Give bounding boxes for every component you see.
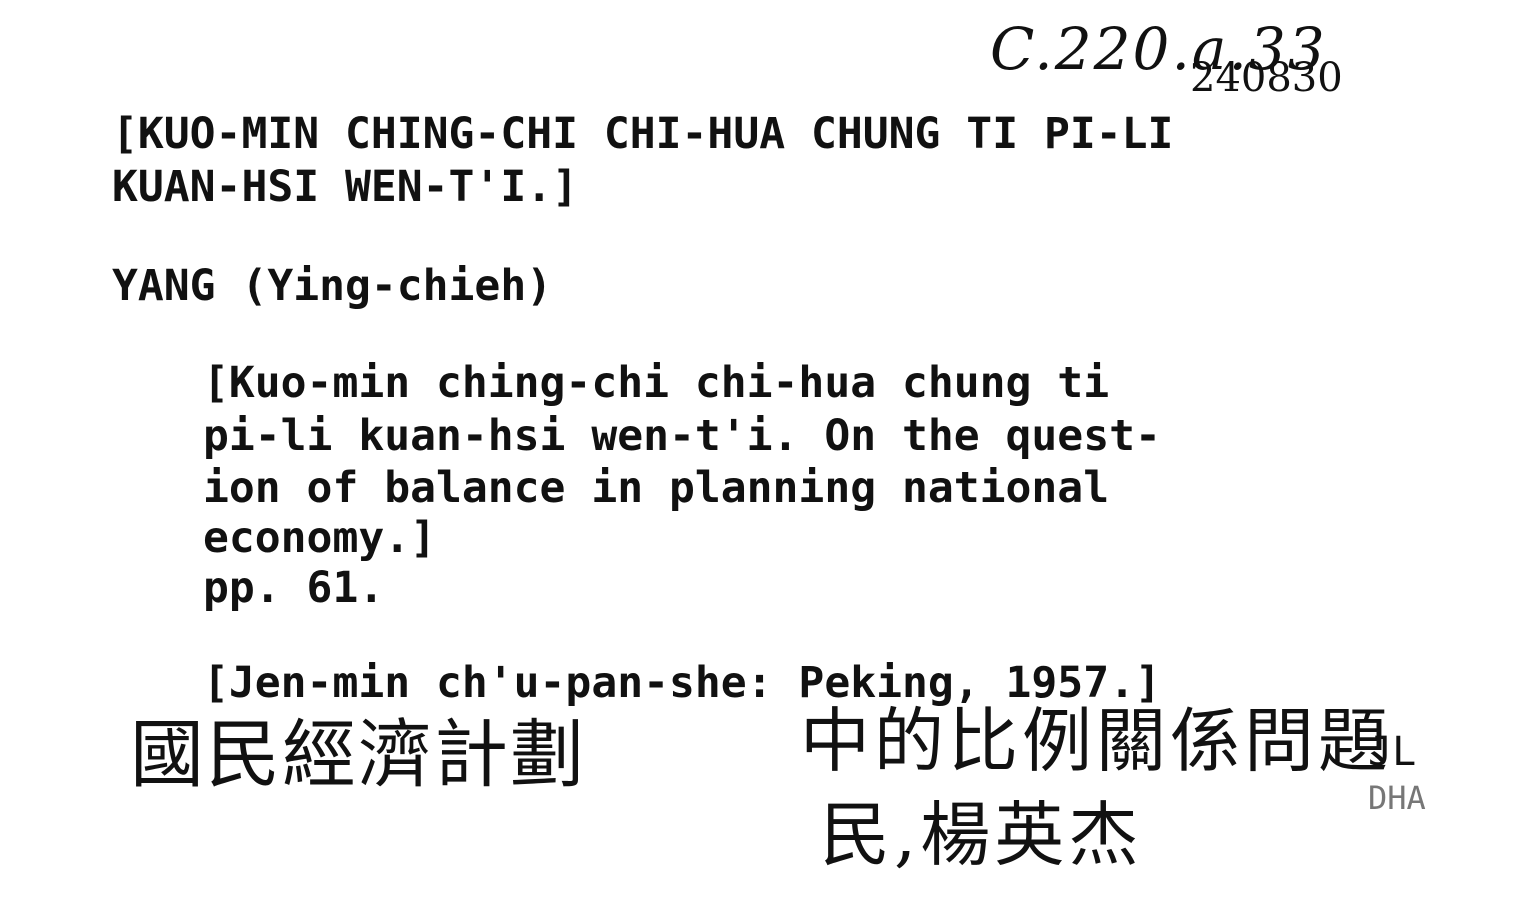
pagination: pp. 61. [203, 563, 385, 613]
title-line-3: ion of balance in planning national [203, 463, 1110, 513]
title-line-2: pi-li kuan-hsi wen-t'i. On the quest- [203, 411, 1161, 461]
accession-number: 240830 [1190, 55, 1343, 101]
title-line-4: economy.] [203, 513, 436, 563]
handwritten-chinese-1: 國民經濟計劃 [130, 712, 586, 798]
handwritten-chinese-2: 中的比例關係問題 [800, 700, 1392, 782]
cataloguer-initials: JL [1368, 729, 1417, 775]
heading-line-2: KUAN-HSI WEN-T'I.] [112, 162, 578, 212]
author: YANG (Ying-chieh) [112, 261, 553, 311]
heading-line-1: [KUO-MIN CHING-CHI CHI-HUA CHUNG TI PI-L… [112, 109, 1174, 159]
catalog-card: C.220.a.33 240830 [KUO-MIN CHING-CHI CHI… [0, 0, 1517, 912]
title-line-1: [Kuo-min ching-chi chi-hua chung ti [203, 358, 1110, 408]
handwritten-chinese-3: 民,楊英杰 [820, 794, 1143, 876]
cataloguer-initials-2: DHA [1368, 779, 1426, 817]
